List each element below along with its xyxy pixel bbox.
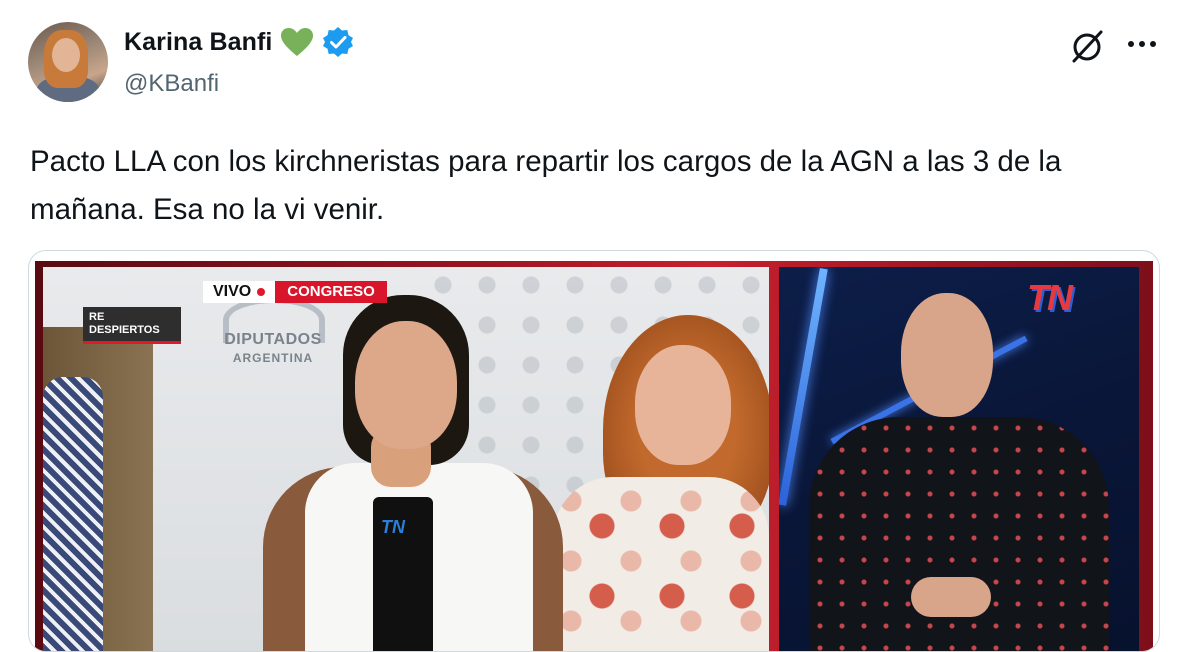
show-tag: RE DESPIERTOS: [83, 307, 181, 344]
live-text: VIVO: [213, 283, 252, 300]
location-label: CONGRESO: [275, 281, 387, 303]
woman-redhair-face: [635, 345, 731, 465]
anchor-head: [901, 293, 993, 417]
tn-channel-logo: TN: [1027, 277, 1073, 318]
anchor-hands: [911, 577, 991, 617]
reporter-face: [355, 321, 457, 449]
left-edge-person: [43, 377, 103, 651]
verified-badge-icon: [323, 27, 354, 57]
video-right-panel: TN: [779, 267, 1139, 651]
diputados-line1: DIPUTADOS: [224, 331, 322, 348]
live-bar: VIVO CONGRESO: [203, 281, 387, 303]
mic-logo: TN: [381, 517, 405, 537]
grok-icon[interactable]: [1068, 26, 1108, 66]
live-dot-icon: [257, 287, 266, 296]
woman-redhair-body: [553, 477, 769, 651]
video-left-panel: DIPUTADOS ARGENTINA TN VIVO CONGRESO RE …: [43, 267, 769, 651]
author-name-row: Karina Banfi: [124, 26, 354, 58]
live-label: VIVO: [203, 281, 276, 303]
author-display-name[interactable]: Karina Banfi: [124, 28, 272, 57]
tweet-media[interactable]: DIPUTADOS ARGENTINA TN VIVO CONGRESO RE …: [28, 250, 1160, 652]
more-icon[interactable]: [1124, 30, 1160, 58]
green-heart-icon: [281, 28, 314, 56]
tweet-text: Pacto LLA con los kirchneristas para rep…: [30, 145, 1062, 226]
diputados-text: DIPUTADOS ARGENTINA: [203, 331, 343, 365]
author-handle[interactable]: @KBanfi: [124, 70, 219, 98]
diputados-line2: ARGENTINA: [232, 351, 314, 365]
avatar[interactable]: [28, 22, 108, 102]
avatar-face: [52, 38, 80, 72]
